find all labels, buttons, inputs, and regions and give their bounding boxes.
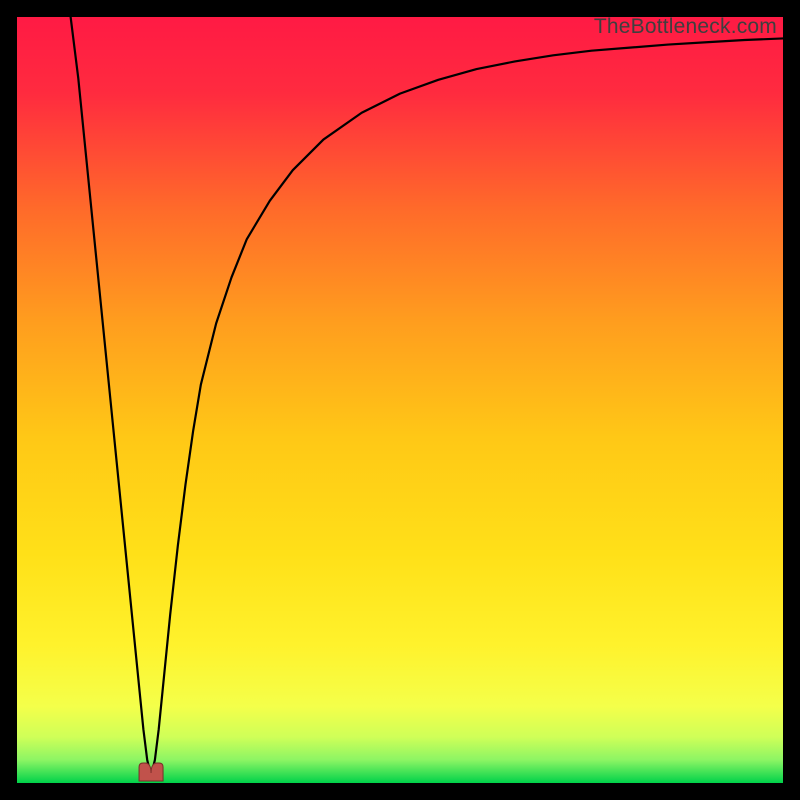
chart-frame: TheBottleneck.com	[17, 17, 783, 783]
plot-area	[17, 17, 783, 783]
watermark-text: TheBottleneck.com	[594, 15, 777, 39]
gradient-background	[17, 17, 783, 783]
bottleneck-chart	[17, 17, 783, 783]
